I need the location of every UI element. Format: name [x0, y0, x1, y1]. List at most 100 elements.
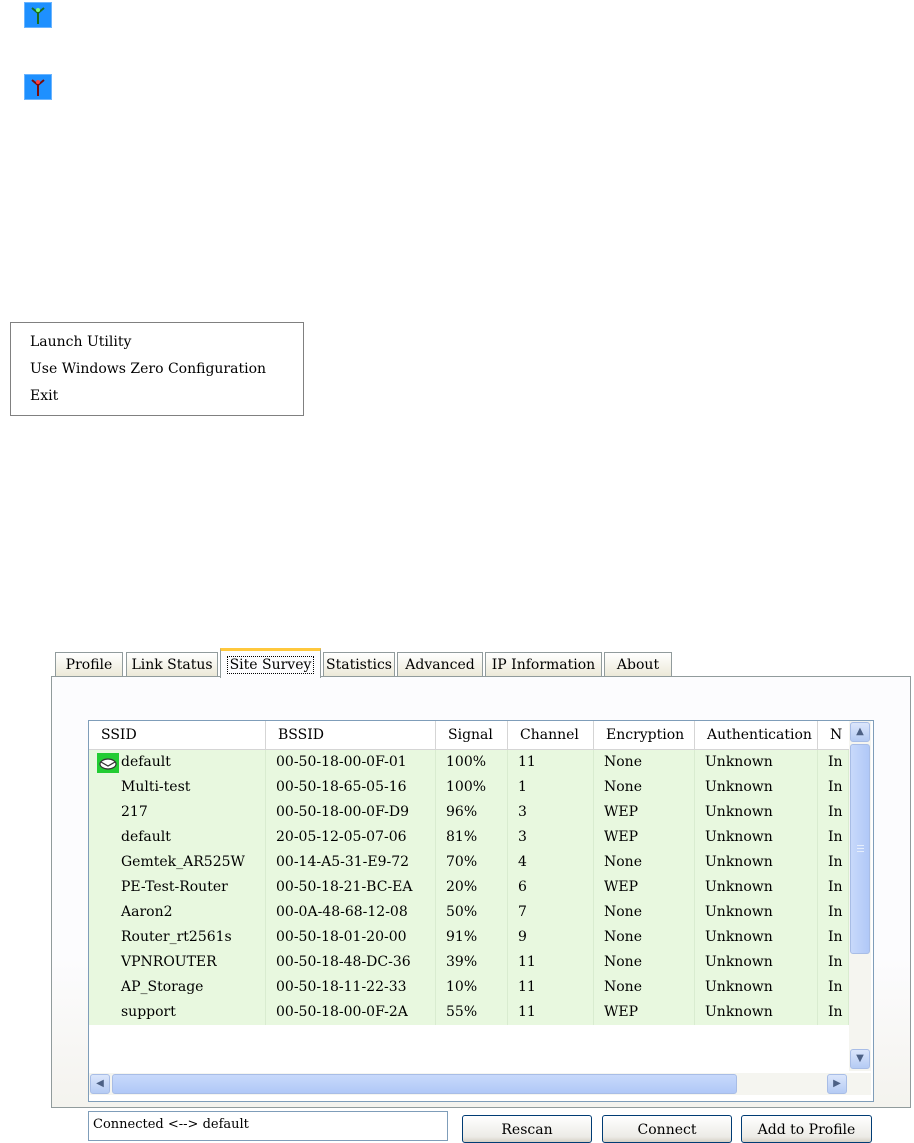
cell-ssid: Multi-test — [89, 775, 266, 800]
column-header-bssid[interactable]: BSSID — [266, 721, 436, 749]
cell-authentication: Unknown — [695, 950, 818, 975]
tab-site-survey-label: Site Survey — [226, 656, 315, 674]
column-header-ssid[interactable]: SSID — [89, 721, 266, 749]
table-row[interactable]: support 00-50-18-00-0F-2A 55% 11 WEP Unknown I… — [89, 1000, 849, 1025]
horizontal-scrollbar[interactable]: ◀ ▶ — [89, 1073, 849, 1095]
tab-profile[interactable]: Profile — [55, 652, 123, 676]
scroll-left-button[interactable]: ◀ — [90, 1074, 110, 1094]
rescan-button[interactable]: Rescan — [462, 1115, 592, 1143]
cell-ssid: 217 — [89, 800, 266, 825]
cell-ssid: support — [89, 1000, 266, 1025]
scroll-right-button[interactable]: ▶ — [827, 1074, 847, 1094]
cell-encryption: None — [594, 900, 695, 925]
table-row[interactable]: default 20-05-12-05-07-06 81% 3 WEP Unknown In — [89, 825, 849, 850]
cell-channel: 11 — [508, 950, 594, 975]
cell-network-type: In — [818, 1000, 849, 1025]
utility-panel: Profile Link Status Site Survey Statisti… — [51, 648, 911, 1143]
column-header-channel[interactable]: Channel — [508, 721, 594, 749]
cell-bssid: 00-50-18-11-22-33 — [266, 975, 436, 1000]
table-row[interactable]: Router_rt2561s 00-50-18-01-20-00 91% 9 None U… — [89, 925, 849, 950]
cell-network-type: In — [818, 875, 849, 900]
cell-signal: 100% — [436, 750, 508, 775]
cell-bssid: 00-14-A5-31-E9-72 — [266, 850, 436, 875]
cell-encryption: WEP — [594, 1000, 695, 1025]
cell-bssid: 00-0A-48-68-12-08 — [266, 900, 436, 925]
vertical-scroll-thumb[interactable] — [850, 744, 870, 954]
cell-network-type: In — [818, 775, 849, 800]
connect-button[interactable]: Connect — [602, 1115, 732, 1143]
tab-ip-information[interactable]: IP Information — [485, 652, 602, 676]
cell-encryption: None — [594, 750, 695, 775]
cell-encryption: WEP — [594, 825, 695, 850]
cell-channel: 6 — [508, 875, 594, 900]
cell-authentication: Unknown — [695, 900, 818, 925]
cell-bssid: 00-50-18-00-0F-D9 — [266, 800, 436, 825]
menu-item-launch-utility[interactable]: Launch Utility — [30, 331, 131, 353]
cell-ssid: Aaron2 — [89, 900, 266, 925]
column-header-encryption[interactable]: Encryption — [594, 721, 695, 749]
table-row[interactable]: VPNROUTER 00-50-18-48-DC-36 39% 11 None Unkno… — [89, 950, 849, 975]
vertical-scrollbar[interactable]: ▲ ▼ — [849, 721, 871, 1071]
cell-network-type: In — [818, 850, 849, 875]
cell-authentication: Unknown — [695, 800, 818, 825]
horizontal-scroll-thumb[interactable] — [112, 1074, 737, 1094]
tray-icon-connected[interactable] — [24, 2, 52, 28]
table-row[interactable]: 217 00-50-18-00-0F-D9 96% 3 WEP Unknown In — [89, 800, 849, 825]
cell-network-type: In — [818, 800, 849, 825]
menu-item-exit[interactable]: Exit — [30, 385, 58, 407]
table-row[interactable]: Aaron2 00-0A-48-68-12-08 50% 7 None Unknown In — [89, 900, 849, 925]
cell-ssid: default — [89, 825, 266, 850]
cell-channel: 9 — [508, 925, 594, 950]
tab-statistics[interactable]: Statistics — [323, 652, 395, 676]
cell-authentication: Unknown — [695, 975, 818, 1000]
network-list: SSID BSSID Signal Channel Encryption Aut… — [88, 720, 874, 1102]
scroll-up-button[interactable]: ▲ — [850, 722, 870, 742]
cell-bssid: 00-50-18-01-20-00 — [266, 925, 436, 950]
table-row[interactable]: PE-Test-Router 00-50-18-21-BC-EA 20% 6 WEP Un… — [89, 875, 849, 900]
cell-signal: 70% — [436, 850, 508, 875]
scroll-down-button[interactable]: ▼ — [850, 1049, 870, 1069]
tab-advanced[interactable]: Advanced — [397, 652, 483, 676]
cell-channel: 3 — [508, 825, 594, 850]
cell-ssid: AP_Storage — [89, 975, 266, 1000]
cell-network-type: In — [818, 825, 849, 850]
add-to-profile-button[interactable]: Add to Profile — [741, 1115, 872, 1143]
column-header-signal[interactable]: Signal — [436, 721, 508, 749]
cell-encryption: WEP — [594, 875, 695, 900]
menu-item-use-windows-zero-config[interactable]: Use Windows Zero Configuration — [30, 358, 266, 380]
cell-network-type: In — [818, 750, 849, 775]
network-rows: default 00-50-18-00-0F-01 100% 11 None Unknow… — [89, 750, 849, 1025]
cell-encryption: None — [594, 775, 695, 800]
cell-ssid: PE-Test-Router — [89, 875, 266, 900]
tab-about[interactable]: About — [604, 652, 672, 676]
cell-encryption: None — [594, 925, 695, 950]
table-row[interactable]: Multi-test 00-50-18-65-05-16 100% 1 None Unkn… — [89, 775, 849, 800]
cell-bssid: 20-05-12-05-07-06 — [266, 825, 436, 850]
antenna-green-icon — [31, 7, 45, 24]
scrollbar-corner — [849, 1073, 871, 1095]
tray-context-menu: Launch Utility Use Windows Zero Configur… — [10, 322, 304, 416]
cell-signal: 10% — [436, 975, 508, 1000]
column-header-network-type[interactable]: N — [818, 721, 849, 749]
cell-signal: 55% — [436, 1000, 508, 1025]
tab-link-status[interactable]: Link Status — [126, 652, 218, 676]
table-row[interactable]: Gemtek_AR525W 00-14-A5-31-E9-72 70% 4 None Un… — [89, 850, 849, 875]
cell-signal: 81% — [436, 825, 508, 850]
cell-bssid: 00-50-18-21-BC-EA — [266, 875, 436, 900]
cell-channel: 11 — [508, 975, 594, 1000]
tray-icon-disconnected[interactable] — [24, 74, 52, 100]
column-header-authentication[interactable]: Authentication — [695, 721, 818, 749]
cell-signal: 91% — [436, 925, 508, 950]
table-row[interactable]: AP_Storage 00-50-18-11-22-33 10% 11 None Unkn… — [89, 975, 849, 1000]
cell-signal: 39% — [436, 950, 508, 975]
cell-authentication: Unknown — [695, 775, 818, 800]
cell-ssid: VPNROUTER — [89, 950, 266, 975]
cell-channel: 3 — [508, 800, 594, 825]
cell-ssid: Router_rt2561s — [89, 925, 266, 950]
cell-channel: 11 — [508, 750, 594, 775]
cell-network-type: In — [818, 950, 849, 975]
tab-site-survey[interactable]: Site Survey — [220, 648, 321, 678]
cell-encryption: None — [594, 950, 695, 975]
table-row[interactable]: default 00-50-18-00-0F-01 100% 11 None Unknow… — [89, 750, 849, 775]
antenna-red-icon — [31, 79, 45, 96]
